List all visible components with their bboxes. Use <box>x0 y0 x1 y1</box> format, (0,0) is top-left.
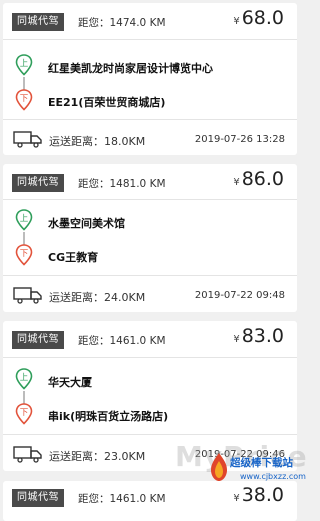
shipping-distance: 运送距离：18.0KM <box>49 135 146 148</box>
dropoff-address: CG王教育 <box>48 251 99 264</box>
divider <box>3 357 297 358</box>
order-time: 2019-07-26 13:28 <box>194 134 285 145</box>
watermark-brand: 超级棒下载站 <box>230 457 293 469</box>
currency-symbol: ¥ <box>233 177 240 188</box>
pickup-address: 红星美凯龙时尚家居设计博览中心 <box>48 62 213 75</box>
truck-icon <box>13 287 42 304</box>
service-tag: 同城代驾 <box>12 489 64 507</box>
divider <box>3 39 297 40</box>
svg-text:下: 下 <box>20 94 29 104</box>
divider <box>3 434 297 435</box>
price-value: 38.0 <box>241 484 284 506</box>
currency-symbol: ¥ <box>233 493 240 504</box>
pickup-pin-icon: 上 <box>15 54 33 76</box>
order-price: ¥38.0 <box>233 484 284 506</box>
price-value: 86.0 <box>241 168 284 190</box>
shipping-distance: 运送距离：23.0KM <box>49 450 146 463</box>
distance-from-you: 距您：1461.0 KM <box>78 335 166 347</box>
dropoff-pin-icon: 下 <box>15 403 33 425</box>
order-card[interactable]: 同城代驾 距您：1474.0 KM ¥68.0 上 红星美凯龙时尚家居设计博览中… <box>3 3 297 155</box>
service-tag: 同城代驾 <box>12 331 64 349</box>
pickup-pin-icon: 上 <box>15 368 33 390</box>
order-price: ¥86.0 <box>233 168 284 190</box>
dropoff-pin-icon: 下 <box>15 244 33 266</box>
order-card[interactable]: 同城代驾 距您：1461.0 KM ¥38.0 <box>3 481 297 521</box>
distance-from-you: 距您：1474.0 KM <box>78 17 166 29</box>
service-tag: 同城代驾 <box>12 13 64 31</box>
service-tag: 同城代驾 <box>12 174 64 192</box>
price-value: 83.0 <box>241 325 284 347</box>
distance-from-you: 距您：1481.0 KM <box>78 178 166 190</box>
divider <box>3 275 297 276</box>
shipping-distance: 运送距离：24.0KM <box>49 291 146 304</box>
pickup-pin-icon: 上 <box>15 209 33 231</box>
watermark-logo-icon <box>211 453 227 481</box>
divider <box>3 199 297 200</box>
currency-symbol: ¥ <box>233 16 240 27</box>
order-price: ¥68.0 <box>233 7 284 29</box>
svg-text:下: 下 <box>20 249 29 259</box>
order-price: ¥83.0 <box>233 325 284 347</box>
svg-text:上: 上 <box>20 59 29 69</box>
order-time: 2019-07-22 09:48 <box>194 290 285 301</box>
truck-icon <box>13 131 42 148</box>
price-value: 68.0 <box>241 7 284 29</box>
dropoff-pin-icon: 下 <box>15 89 33 111</box>
pickup-address: 华天大厦 <box>48 376 92 389</box>
currency-symbol: ¥ <box>233 334 240 345</box>
pickup-address: 水墨空间美术馆 <box>48 217 125 230</box>
dropoff-address: EE21(百荣世贸商城店) <box>48 96 166 109</box>
order-card[interactable]: 同城代驾 距您：1481.0 KM ¥86.0 上 水墨空间美术馆 下 CG王教… <box>3 164 297 312</box>
svg-text:上: 上 <box>20 214 29 224</box>
dropoff-address: 串ik(明珠百货立汤路店) <box>48 410 169 423</box>
truck-icon <box>13 446 42 463</box>
svg-text:下: 下 <box>20 408 29 418</box>
svg-text:上: 上 <box>20 373 29 383</box>
divider <box>3 119 297 120</box>
watermark-site: www.cjbxzz.com <box>240 472 306 481</box>
